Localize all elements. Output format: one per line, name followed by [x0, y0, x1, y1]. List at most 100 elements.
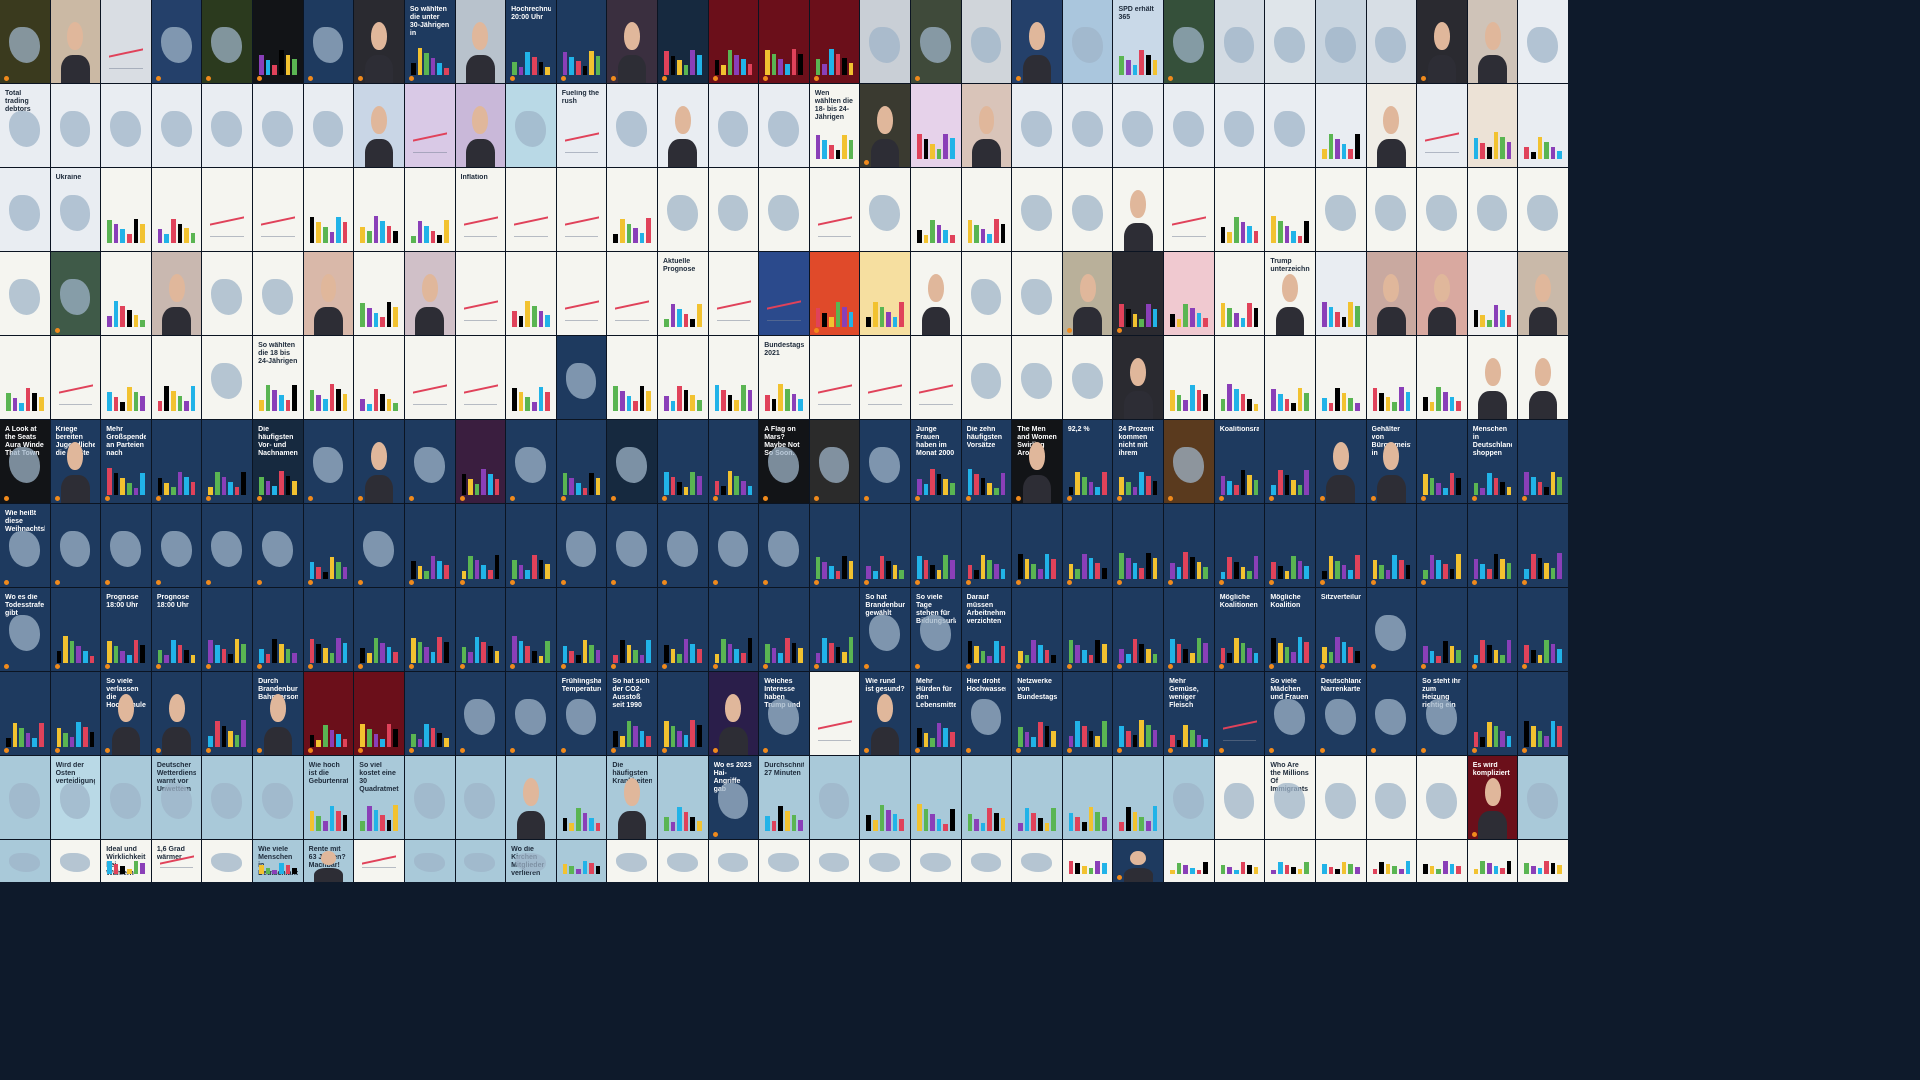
- thumbnail-tile[interactable]: [1417, 756, 1467, 839]
- thumbnail-tile[interactable]: [556, 336, 607, 419]
- thumbnail-tile[interactable]: Wie heißt diese Weihnachtsbelage?: [0, 504, 50, 587]
- thumbnail-tile[interactable]: Deutscher Wetterdienst warnt vor Unwette…: [151, 756, 202, 839]
- thumbnail-tile[interactable]: [556, 420, 607, 503]
- thumbnail-tile[interactable]: Rente mit 63 Jahren? Machbar!: [303, 840, 354, 882]
- thumbnail-tile[interactable]: [1164, 252, 1214, 335]
- thumbnail-tile[interactable]: Koalitionsrat: [1214, 420, 1265, 503]
- thumbnail-tile[interactable]: [607, 168, 657, 251]
- thumbnail-tile[interactable]: Mögliche Koalition: [1265, 588, 1315, 671]
- thumbnail-tile[interactable]: [253, 252, 303, 335]
- thumbnail-tile[interactable]: [404, 840, 455, 882]
- thumbnail-tile[interactable]: [1518, 168, 1568, 251]
- thumbnail-tile[interactable]: Mehr Gemüse, weniger Fleisch: [1164, 672, 1214, 755]
- thumbnail-tile[interactable]: [1366, 588, 1417, 671]
- thumbnail-tile[interactable]: [911, 840, 961, 882]
- thumbnail-tile[interactable]: [1315, 84, 1366, 167]
- thumbnail-tile[interactable]: [151, 168, 202, 251]
- thumbnail-tile[interactable]: [1214, 0, 1265, 83]
- thumbnail-tile[interactable]: [202, 504, 253, 587]
- thumbnail-tile[interactable]: [101, 0, 151, 83]
- thumbnail-tile[interactable]: [1366, 756, 1417, 839]
- thumbnail-tile[interactable]: [657, 672, 708, 755]
- thumbnail-tile[interactable]: [1518, 588, 1568, 671]
- thumbnail-tile[interactable]: [101, 252, 151, 335]
- thumbnail-tile[interactable]: [202, 840, 253, 882]
- thumbnail-tile[interactable]: [202, 0, 253, 83]
- thumbnail-tile[interactable]: [759, 84, 809, 167]
- thumbnail-tile[interactable]: [1315, 252, 1366, 335]
- thumbnail-tile[interactable]: [809, 756, 860, 839]
- thumbnail-tile[interactable]: [708, 336, 759, 419]
- thumbnail-tile[interactable]: [1518, 504, 1568, 587]
- thumbnail-tile[interactable]: [455, 420, 506, 503]
- thumbnail-tile[interactable]: 1,6 Grad wärmer: [151, 840, 202, 882]
- thumbnail-tile[interactable]: Prognose 18:00 Uhr: [151, 588, 202, 671]
- thumbnail-tile[interactable]: [202, 420, 253, 503]
- thumbnail-tile[interactable]: [1417, 588, 1467, 671]
- thumbnail-tile[interactable]: [50, 0, 101, 83]
- thumbnail-tile[interactable]: [759, 168, 809, 251]
- thumbnail-tile[interactable]: [506, 252, 556, 335]
- thumbnail-tile[interactable]: [556, 756, 607, 839]
- thumbnail-tile[interactable]: [1518, 336, 1568, 419]
- thumbnail-tile[interactable]: Bundestagswahl 2021: [759, 336, 809, 419]
- thumbnail-tile[interactable]: [1467, 840, 1518, 882]
- thumbnail-tile[interactable]: Wie viele Menschen in Deutschland an Wei…: [253, 840, 303, 882]
- thumbnail-tile[interactable]: [1315, 756, 1366, 839]
- thumbnail-tile[interactable]: [961, 504, 1012, 587]
- thumbnail-tile[interactable]: [1417, 336, 1467, 419]
- thumbnail-tile[interactable]: [1467, 168, 1518, 251]
- thumbnail-tile[interactable]: [354, 672, 404, 755]
- thumbnail-tile[interactable]: [1467, 504, 1518, 587]
- thumbnail-tile[interactable]: [708, 588, 759, 671]
- thumbnail-tile[interactable]: [1366, 672, 1417, 755]
- thumbnail-tile[interactable]: Mehr Großspenden an Parteien nach Ampel-…: [101, 420, 151, 503]
- thumbnail-tile[interactable]: [506, 336, 556, 419]
- thumbnail-tile[interactable]: [303, 504, 354, 587]
- thumbnail-tile[interactable]: [101, 168, 151, 251]
- thumbnail-tile[interactable]: [506, 756, 556, 839]
- thumbnail-tile[interactable]: [1315, 168, 1366, 251]
- thumbnail-tile[interactable]: [809, 672, 860, 755]
- thumbnail-tile[interactable]: [708, 84, 759, 167]
- thumbnail-tile[interactable]: [404, 168, 455, 251]
- thumbnail-tile[interactable]: [303, 0, 354, 83]
- thumbnail-tile[interactable]: [1113, 672, 1164, 755]
- thumbnail-tile[interactable]: [151, 420, 202, 503]
- thumbnail-tile[interactable]: [455, 588, 506, 671]
- thumbnail-tile[interactable]: [607, 252, 657, 335]
- thumbnail-tile[interactable]: [303, 168, 354, 251]
- thumbnail-tile[interactable]: [354, 504, 404, 587]
- thumbnail-tile[interactable]: [556, 840, 607, 882]
- thumbnail-tile[interactable]: [657, 420, 708, 503]
- thumbnail-tile[interactable]: [759, 588, 809, 671]
- thumbnail-tile[interactable]: [151, 0, 202, 83]
- thumbnail-tile[interactable]: [1518, 84, 1568, 167]
- thumbnail-tile[interactable]: [759, 840, 809, 882]
- thumbnail-tile[interactable]: [657, 168, 708, 251]
- thumbnail-tile[interactable]: Who Are the Millions Of Immigrants Trump…: [1265, 756, 1315, 839]
- thumbnail-tile[interactable]: Die häufigsten Krankheiten: [607, 756, 657, 839]
- thumbnail-tile[interactable]: [1315, 840, 1366, 882]
- thumbnail-tile[interactable]: [455, 252, 506, 335]
- thumbnail-tile[interactable]: [1113, 252, 1164, 335]
- thumbnail-tile[interactable]: [1113, 840, 1164, 882]
- thumbnail-tile[interactable]: [354, 168, 404, 251]
- thumbnail-tile[interactable]: [455, 504, 506, 587]
- thumbnail-tile[interactable]: [202, 336, 253, 419]
- thumbnail-tile[interactable]: [101, 84, 151, 167]
- thumbnail-tile[interactable]: [1265, 84, 1315, 167]
- thumbnail-tile[interactable]: [809, 0, 860, 83]
- thumbnail-tile[interactable]: Wen wählten die 18- bis 24-Jährigen: [809, 84, 860, 167]
- thumbnail-tile[interactable]: [607, 588, 657, 671]
- thumbnail-tile[interactable]: [1062, 168, 1113, 251]
- thumbnail-tile[interactable]: A Flag on Mars? Maybe Not So Soon.: [759, 420, 809, 503]
- thumbnail-tile[interactable]: [1164, 756, 1214, 839]
- thumbnail-tile[interactable]: [354, 588, 404, 671]
- thumbnail-tile[interactable]: [202, 672, 253, 755]
- thumbnail-tile[interactable]: [1012, 168, 1062, 251]
- thumbnail-tile[interactable]: [1366, 168, 1417, 251]
- thumbnail-tile[interactable]: [860, 84, 911, 167]
- thumbnail-tile[interactable]: Gehälter von Bürgermeisterinnen in Deuts…: [1366, 420, 1417, 503]
- thumbnail-tile[interactable]: [556, 252, 607, 335]
